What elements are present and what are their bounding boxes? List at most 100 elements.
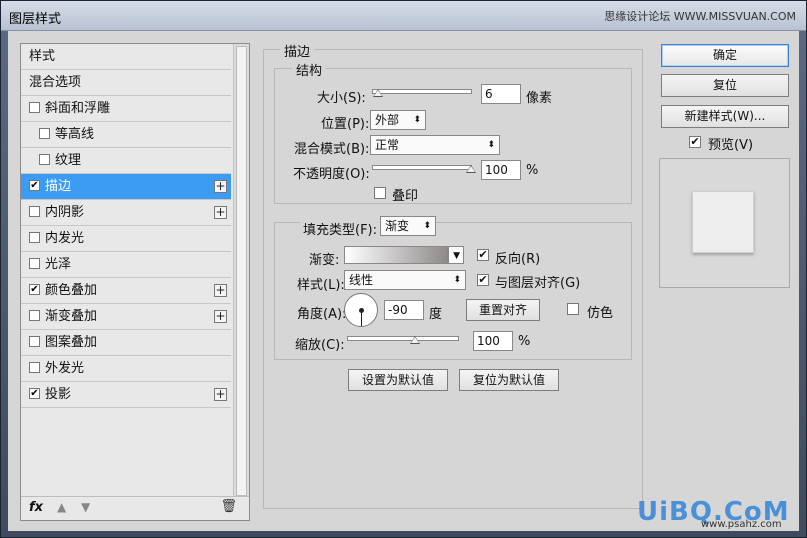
style-list-item[interactable]: 混合选项 — [21, 70, 231, 96]
style-list-item[interactable]: 纹理 — [21, 148, 231, 174]
size-slider[interactable] — [372, 89, 472, 94]
style-item-checkbox[interactable]: ✔ — [29, 284, 40, 295]
scale-input[interactable]: 100 — [473, 331, 513, 351]
gradient-style-value: 线性 — [349, 273, 374, 287]
angle-dial-needle — [361, 310, 362, 326]
watermark-url: www.psahz.com — [701, 519, 782, 530]
style-list-item[interactable]: 外发光 — [21, 356, 231, 382]
reset-button[interactable]: 复位 — [661, 74, 789, 97]
style-item-checkbox[interactable] — [29, 258, 40, 269]
style-list-scrollbar[interactable] — [233, 44, 249, 520]
size-slider-knob[interactable] — [373, 89, 383, 97]
style-item-label: 光泽 — [45, 257, 72, 272]
style-list-item[interactable]: 内发光 — [21, 226, 231, 252]
scrollbar-thumb[interactable] — [236, 46, 247, 496]
scale-unit: % — [518, 334, 531, 349]
style-item-checkbox[interactable] — [39, 128, 50, 139]
style-list-item[interactable]: 光泽 — [21, 252, 231, 278]
reset-to-default-button[interactable]: 复位为默认值 — [459, 369, 559, 391]
reset-alignment-button[interactable]: 重置对齐 — [466, 299, 540, 321]
align-with-layer-label: 与图层对齐(G) — [495, 276, 581, 291]
angle-label: 角度(A): — [297, 307, 347, 322]
style-item-label: 描边 — [45, 179, 72, 194]
fx-icon[interactable]: fx — [29, 500, 43, 515]
reverse-label: 反向(R) — [495, 252, 541, 267]
angle-dial[interactable] — [344, 293, 378, 327]
style-item-label: 样式 — [29, 49, 56, 64]
gradient-dropdown[interactable]: ▼ — [448, 246, 464, 264]
reverse-checkbox[interactable]: ✔ — [477, 249, 489, 261]
style-item-checkbox[interactable] — [29, 206, 40, 217]
new-style-button[interactable]: 新建样式(W)... — [661, 105, 789, 128]
gradient-picker[interactable] — [344, 246, 448, 264]
overprint-label: 叠印 — [392, 189, 419, 204]
opacity-unit: % — [526, 163, 539, 178]
style-list-item[interactable]: 斜面和浮雕 — [21, 96, 231, 122]
style-item-label: 内发光 — [45, 231, 85, 246]
title-bar: 图层样式 思缘设计论坛 WWW.MISSVUAN.COM — [1, 1, 806, 31]
style-item-checkbox[interactable]: ✔ — [29, 388, 40, 399]
updown-arrow-icon: ⬍ — [487, 140, 495, 150]
title-watermark: 思缘设计论坛 WWW.MISSVUAN.COM — [604, 10, 796, 23]
style-list-item[interactable]: 样式 — [21, 44, 231, 70]
gradient-style-select[interactable]: 线性 ⬍ — [344, 270, 466, 290]
style-item-checkbox[interactable]: ✔ — [29, 180, 40, 191]
structure-group-title: 结构 — [292, 60, 327, 79]
style-item-checkbox[interactable] — [29, 232, 40, 243]
overprint-checkbox[interactable] — [374, 187, 386, 199]
style-item-label: 内阴影 — [45, 205, 85, 220]
align-with-layer-checkbox[interactable]: ✔ — [477, 274, 489, 286]
style-item-label: 图案叠加 — [45, 335, 98, 350]
opacity-input[interactable]: 100 — [481, 160, 521, 180]
angle-unit: 度 — [429, 307, 443, 322]
style-item-checkbox[interactable] — [29, 362, 40, 373]
fill-type-select[interactable]: 渐变 ⬍ — [380, 216, 436, 236]
dither-checkbox[interactable] — [567, 303, 579, 315]
position-select[interactable]: 外部 ⬍ — [370, 110, 426, 130]
style-item-label: 等高线 — [55, 127, 95, 142]
style-item-checkbox[interactable] — [29, 310, 40, 321]
move-down-icon[interactable]: ▼ — [81, 500, 90, 514]
preview-checkbox[interactable]: ✔ — [689, 136, 701, 148]
ok-button[interactable]: 确定 — [661, 44, 789, 67]
scale-slider-knob[interactable] — [410, 336, 420, 344]
opacity-slider-knob[interactable] — [466, 165, 476, 173]
size-input[interactable]: 6 — [481, 84, 521, 104]
style-list-footer: fx ▲ ▼ 🗑 — [21, 496, 249, 520]
size-label: 大小(S): — [317, 91, 366, 106]
updown-arrow-icon: ⬍ — [423, 221, 431, 231]
dither-label: 仿色 — [587, 306, 614, 321]
gradient-label: 渐变: — [309, 253, 340, 268]
position-select-value: 外部 — [375, 113, 400, 127]
angle-input[interactable]: -90 — [384, 300, 424, 320]
opacity-slider[interactable] — [372, 165, 472, 170]
updown-arrow-icon: ⬍ — [453, 275, 461, 285]
add-effect-plus-icon[interactable]: + — [214, 284, 227, 297]
stroke-group-title: 描边 — [280, 41, 315, 60]
move-up-icon[interactable]: ▲ — [57, 500, 66, 514]
add-effect-plus-icon[interactable]: + — [214, 310, 227, 323]
style-list-item[interactable]: ✔ 颜色叠加 + — [21, 278, 231, 304]
style-list-item[interactable]: 图案叠加 — [21, 330, 231, 356]
style-item-checkbox[interactable] — [39, 154, 50, 165]
style-list-item[interactable]: ✔ 投影 + — [21, 382, 231, 408]
set-as-default-button[interactable]: 设置为默认值 — [348, 369, 448, 391]
style-list-item[interactable]: 渐变叠加 + — [21, 304, 231, 330]
trash-icon[interactable]: 🗑 — [220, 499, 237, 514]
add-effect-plus-icon[interactable]: + — [214, 180, 227, 193]
blend-mode-select[interactable]: 正常 ⬍ — [370, 135, 500, 155]
style-list-item[interactable]: 内阴影 + — [21, 200, 231, 226]
add-effect-plus-icon[interactable]: + — [214, 388, 227, 401]
preview-swatch — [692, 191, 754, 253]
opacity-label: 不透明度(O): — [293, 167, 370, 182]
add-effect-plus-icon[interactable]: + — [214, 206, 227, 219]
fill-type-value: 渐变 — [385, 219, 410, 233]
style-item-checkbox[interactable] — [29, 102, 40, 113]
style-item-checkbox[interactable] — [29, 336, 40, 347]
style-item-label: 投影 — [45, 387, 72, 402]
style-list-item[interactable]: ✔ 描边 + — [21, 174, 231, 200]
style-list-item[interactable]: 等高线 — [21, 122, 231, 148]
chevron-down-icon: ▼ — [453, 251, 460, 261]
scale-slider[interactable] — [347, 336, 459, 341]
blend-mode-label: 混合模式(B): — [294, 142, 370, 157]
